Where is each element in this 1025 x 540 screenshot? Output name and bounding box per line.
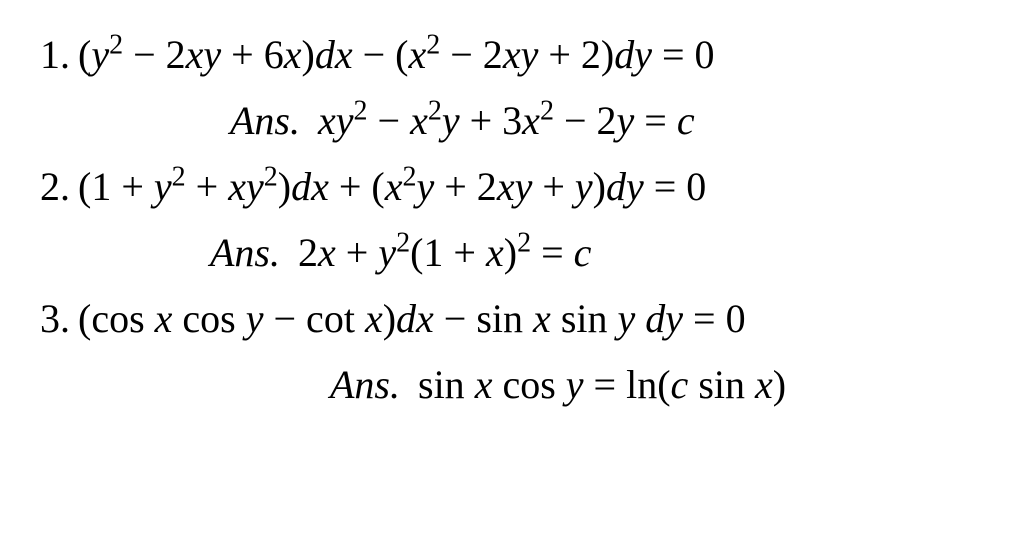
problem-2-answer-text: 2x + y2(1 + x)2 = c [298,230,591,275]
problem-3-equation: 3.(cos x cos y − cot x)dx − sin x sin y … [40,292,995,346]
problem-1-answer-line: Ans. xy2 − x2y + 3x2 − 2y = c [40,94,995,148]
answer-label: Ans. [210,230,280,275]
math-problems-page: 1.(y2 − 2xy + 6x)dx − (x2 − 2xy + 2)dy =… [0,0,1025,540]
problem-3-answer-line: Ans. sin x cos y = ln(c sin x) [40,358,995,412]
problem-3-answer-text: sin x cos y = ln(c sin x) [418,362,786,407]
problem-2-number: 2. [40,164,70,209]
problem-3-equation-text: (cos x cos y − cot x)dx − sin x sin y dy… [78,296,746,341]
problem-1-answer-text: xy2 − x2y + 3x2 − 2y = c [318,98,695,143]
problem-2-equation-text: (1 + y2 + xy2)dx + (x2y + 2xy + y)dy = 0 [78,164,706,209]
problem-2-equation: 2.(1 + y2 + xy2)dx + (x2y + 2xy + y)dy =… [40,160,995,214]
problem-1-equation-text: (y2 − 2xy + 6x)dx − (x2 − 2xy + 2)dy = 0 [78,32,715,77]
answer-label: Ans. [330,362,400,407]
problem-3-number: 3. [40,296,70,341]
problem-2-answer-line: Ans. 2x + y2(1 + x)2 = c [40,226,995,280]
answer-label: Ans. [230,98,300,143]
problem-1-number: 1. [40,32,70,77]
problem-1-equation: 1.(y2 − 2xy + 6x)dx − (x2 − 2xy + 2)dy =… [40,28,995,82]
